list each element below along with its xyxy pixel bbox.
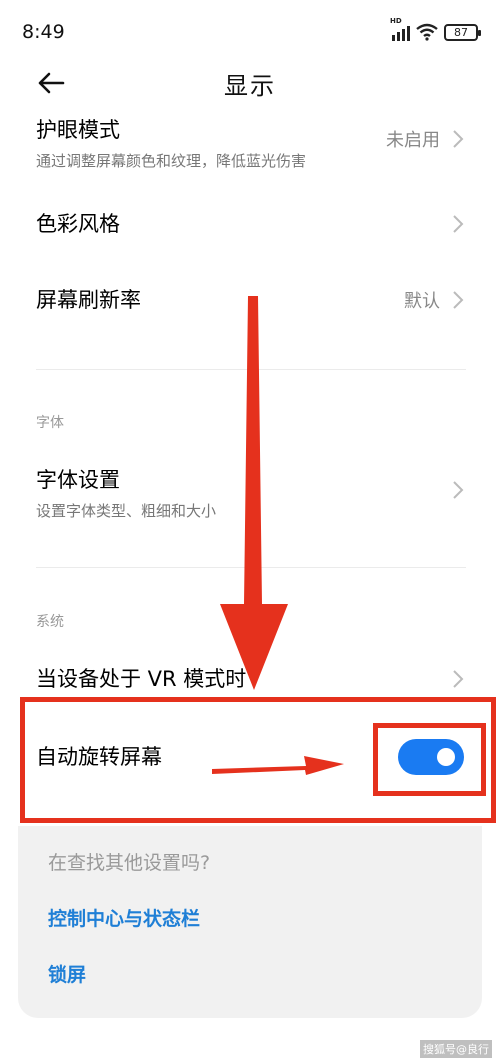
refresh-rate-value: 默认 bbox=[404, 291, 440, 312]
suggestions-title: 在查找其他设置吗? bbox=[48, 852, 211, 874]
status-time: 8:49 bbox=[22, 21, 65, 43]
refresh-rate-title: 屏幕刷新率 bbox=[36, 288, 141, 312]
cell-signal-icon: HD bbox=[390, 17, 410, 41]
status-icons: HD 87 bbox=[390, 17, 481, 41]
link-lock-screen[interactable]: 锁屏 bbox=[48, 960, 86, 987]
color-style-row[interactable]: 色彩风格 bbox=[36, 208, 466, 242]
chevron-right-icon bbox=[453, 481, 464, 499]
suggestions-card: 在查找其他设置吗? 控制中心与状态栏 锁屏 bbox=[18, 826, 482, 1018]
watermark: 搜狐号@良行 bbox=[420, 1040, 492, 1058]
eye-care-row[interactable]: 护眼模式 通过调整屏幕颜色和纹理，降低蓝光伤害 未启用 bbox=[36, 114, 466, 174]
refresh-rate-row[interactable]: 屏幕刷新率 默认 bbox=[36, 284, 466, 318]
network-type-label: HD bbox=[390, 17, 402, 25]
font-settings-title: 字体设置 bbox=[36, 468, 120, 492]
page-title: 显示 bbox=[224, 71, 276, 100]
chevron-right-icon bbox=[453, 130, 464, 148]
battery-icon: 87 bbox=[444, 23, 481, 41]
link-control-center[interactable]: 控制中心与状态栏 bbox=[48, 904, 200, 931]
section-label-font: 字体 bbox=[36, 415, 64, 431]
divider bbox=[36, 369, 466, 370]
chevron-right-icon bbox=[453, 215, 464, 233]
wifi-icon bbox=[416, 23, 438, 41]
status-bar: 8:49 HD 87 bbox=[0, 0, 500, 64]
font-settings-subtitle: 设置字体类型、粗细和大小 bbox=[36, 502, 217, 520]
eye-care-subtitle: 通过调整屏幕颜色和纹理，降低蓝光伤害 bbox=[36, 152, 307, 170]
back-arrow-icon[interactable] bbox=[36, 68, 66, 98]
battery-level: 87 bbox=[454, 25, 468, 39]
color-style-title: 色彩风格 bbox=[36, 212, 120, 236]
page-header: 显示 bbox=[0, 60, 500, 106]
chevron-right-icon bbox=[453, 670, 464, 688]
vr-mode-row[interactable]: 当设备处于 VR 模式时 bbox=[36, 663, 466, 697]
chevron-right-icon bbox=[453, 291, 464, 309]
font-settings-row[interactable]: 字体设置 设置字体类型、粗细和大小 bbox=[36, 464, 466, 524]
vr-mode-title: 当设备处于 VR 模式时 bbox=[36, 667, 247, 691]
section-label-system: 系统 bbox=[36, 614, 64, 630]
divider bbox=[36, 567, 466, 568]
annotation-box-toggle bbox=[373, 723, 486, 796]
eye-care-value: 未启用 bbox=[386, 130, 440, 151]
